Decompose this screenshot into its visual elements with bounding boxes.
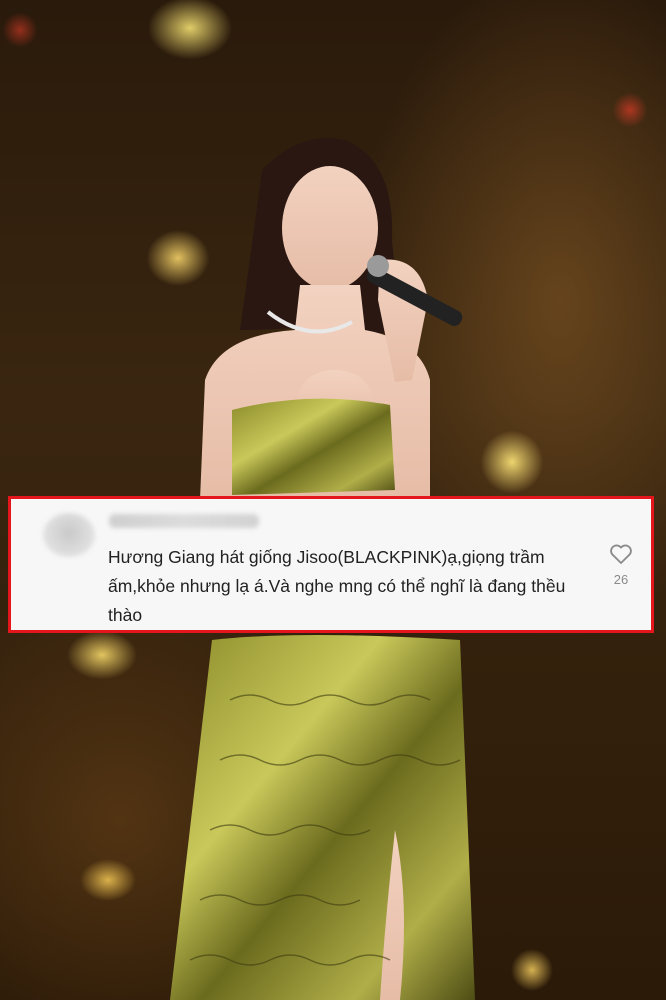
comment-text: Hương Giang hát giống Jisoo(BLACKPINK)ạ,…	[108, 547, 566, 625]
username-blurred[interactable]	[109, 514, 259, 528]
like-count: 26	[613, 572, 629, 587]
heart-outline-icon[interactable]	[609, 543, 633, 565]
comment-card: Hương Giang hát giống Jisoo(BLACKPINK)ạ,…	[8, 496, 654, 633]
avatar[interactable]	[43, 513, 95, 557]
